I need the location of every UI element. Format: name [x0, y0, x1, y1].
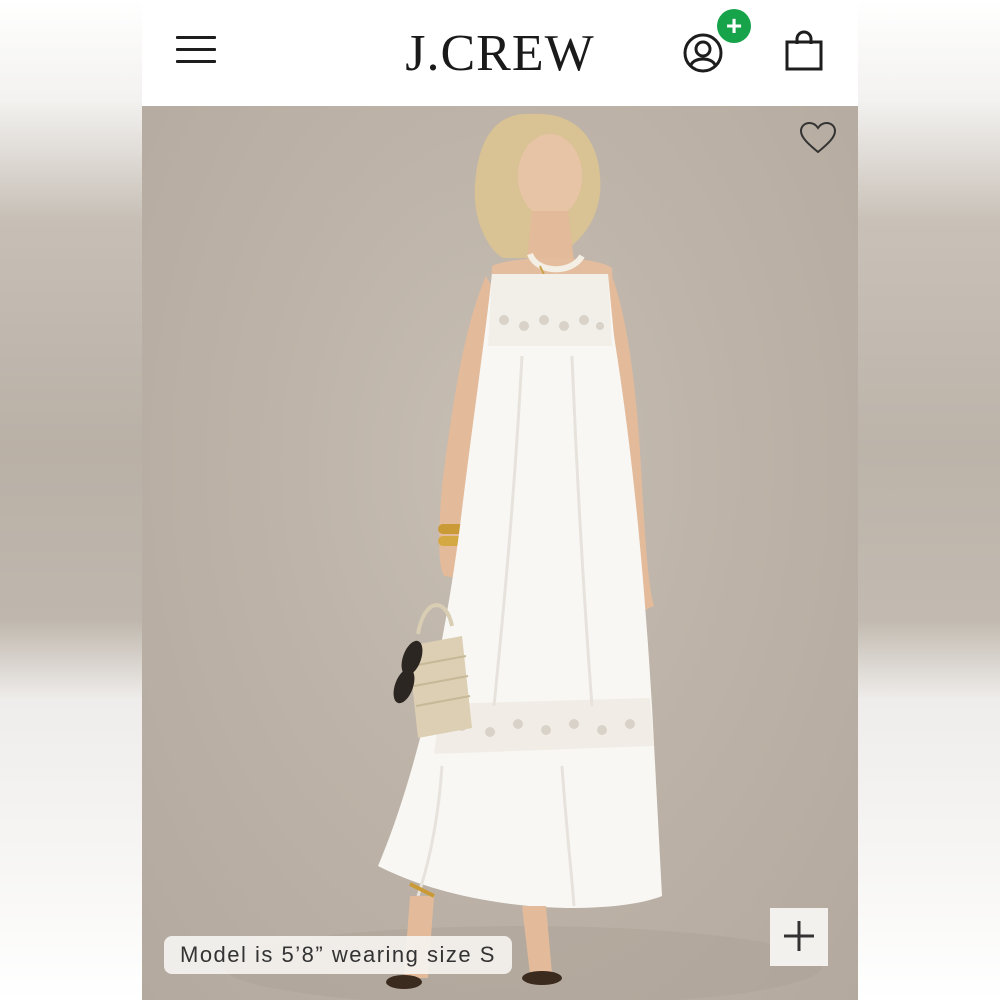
site-header: J.CREW + — [142, 0, 858, 106]
heart-icon[interactable] — [799, 121, 837, 155]
model-size-caption: Model is 5’8” wearing size S — [164, 936, 512, 974]
plus-icon[interactable] — [770, 908, 828, 966]
blurred-background-left — [0, 0, 142, 1000]
app-screen: J.CREW + Model is 5’8” wearing size S — [142, 0, 858, 1000]
shopping-bag-icon[interactable] — [784, 30, 824, 72]
model-photo — [222, 113, 822, 1000]
zoom-plus-glyph — [784, 920, 814, 951]
product-image[interactable]: Model is 5’8” wearing size S — [142, 106, 858, 1000]
account-badge: + — [717, 9, 751, 43]
blurred-background-right — [858, 0, 1000, 1000]
brand-logo[interactable]: J.CREW — [142, 24, 858, 83]
account-icon[interactable] — [682, 32, 724, 74]
